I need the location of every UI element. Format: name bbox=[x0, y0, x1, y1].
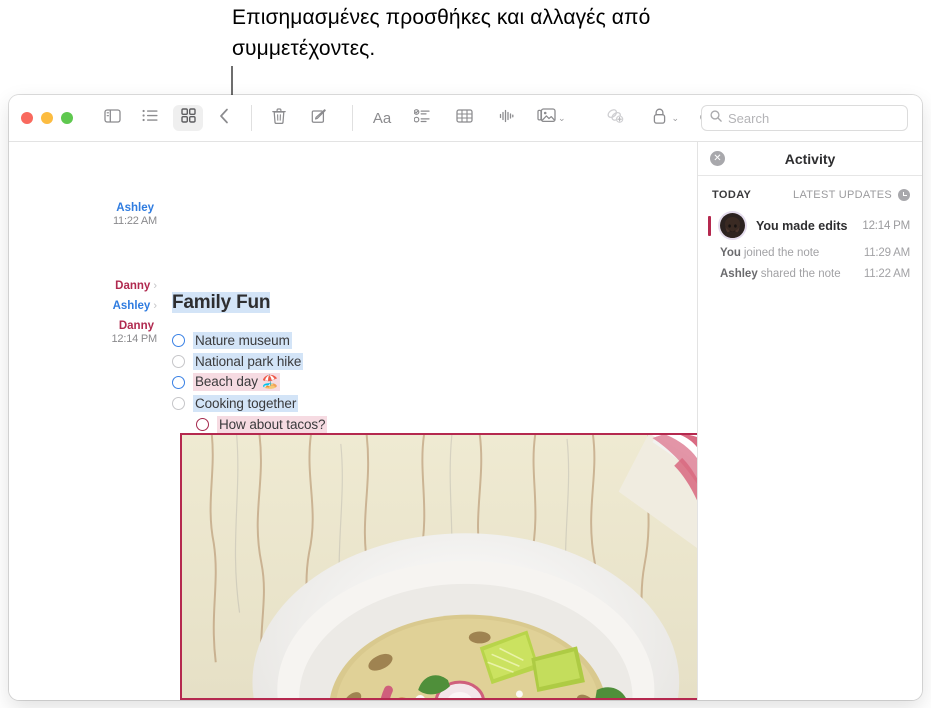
attribution-chevron-icon: › bbox=[153, 300, 157, 312]
window-controls bbox=[9, 112, 73, 124]
activity-section-label: TODAY bbox=[712, 189, 751, 201]
activity-main-entry[interactable]: You made edits 12:14 PM bbox=[698, 201, 922, 238]
attribution-entry[interactable]: Ashley 11:22 AM bbox=[113, 202, 157, 228]
attribution-author: Ashley bbox=[116, 202, 154, 214]
activity-sort-label[interactable]: LATEST UPDATES bbox=[793, 189, 892, 201]
recent-clock-icon[interactable] bbox=[898, 189, 910, 201]
media-button[interactable] bbox=[535, 105, 557, 131]
delete-note-button[interactable] bbox=[264, 105, 294, 131]
avatar-image bbox=[720, 213, 745, 238]
attribution-time: 11:22 AM bbox=[113, 215, 157, 228]
activity-subheader: TODAY LATEST UPDATES bbox=[698, 176, 922, 201]
chevron-left-icon bbox=[219, 108, 229, 129]
notes-window: Aa bbox=[9, 95, 922, 700]
search-field[interactable]: Search bbox=[701, 105, 908, 131]
attribution-gutter: Ashley 11:22 AM Danny› Ashley› Danny 12:… bbox=[9, 142, 171, 700]
checklist-item-label: Cooking together bbox=[193, 395, 298, 412]
checkbox-circle-icon[interactable] bbox=[172, 334, 185, 347]
attribution-author: Danny bbox=[115, 280, 150, 292]
checklist-item[interactable]: Nature museum bbox=[172, 330, 327, 350]
checklist-item[interactable]: Cooking together bbox=[172, 393, 327, 413]
activity-header: ✕ Activity bbox=[698, 142, 922, 176]
checklist-item[interactable]: How about tacos? bbox=[172, 414, 327, 434]
lock-note-button[interactable] bbox=[652, 105, 667, 131]
toolbar: Aa bbox=[9, 95, 922, 142]
attribution-author: Ashley bbox=[113, 300, 151, 312]
table-button[interactable] bbox=[449, 105, 479, 131]
checkbox-circle-icon[interactable] bbox=[172, 397, 185, 410]
toolbar-divider-1 bbox=[251, 105, 252, 131]
add-link-icon bbox=[606, 108, 624, 128]
activity-entry[interactable]: Ashley shared the note 11:22 AM bbox=[698, 259, 922, 280]
zoom-window-button[interactable] bbox=[61, 112, 73, 124]
activity-entry-time: 11:22 AM bbox=[864, 268, 910, 280]
taco-photo-image bbox=[182, 435, 697, 698]
activity-entry-action: shared the note bbox=[761, 268, 841, 280]
gallery-view-icon bbox=[181, 108, 196, 128]
attribution-entry[interactable]: Ashley› bbox=[113, 300, 157, 313]
media-icon bbox=[537, 108, 556, 128]
lock-chevron-down-icon[interactable]: ⌄ bbox=[672, 113, 680, 124]
lock-icon bbox=[653, 108, 666, 129]
compose-icon bbox=[311, 108, 327, 129]
trash-icon bbox=[272, 108, 286, 129]
gallery-view-button[interactable] bbox=[173, 105, 203, 131]
toolbar-divider-2 bbox=[352, 105, 353, 131]
audio-record-button[interactable] bbox=[491, 105, 521, 131]
avatar bbox=[720, 213, 745, 238]
checklist-item-label: Beach day 🏖️ bbox=[193, 373, 280, 391]
table-icon bbox=[456, 109, 473, 128]
attribution-chevron-icon: › bbox=[153, 280, 157, 292]
activity-panel: ✕ Activity TODAY LATEST UPDATES bbox=[697, 142, 922, 700]
checklist-item-label: Nature museum bbox=[193, 332, 292, 349]
format-button[interactable]: Aa bbox=[369, 105, 395, 131]
list-view-button[interactable] bbox=[135, 105, 165, 131]
list-view-icon bbox=[142, 109, 158, 127]
compose-note-button[interactable] bbox=[304, 105, 334, 131]
add-link-button[interactable] bbox=[600, 105, 630, 131]
note-title-text: Family Fun bbox=[172, 292, 270, 313]
activity-title: Activity bbox=[785, 151, 836, 167]
format-label: Aa bbox=[373, 110, 391, 127]
close-icon[interactable]: ✕ bbox=[710, 151, 725, 166]
activity-entry-time: 11:29 AM bbox=[864, 247, 910, 259]
back-button[interactable] bbox=[209, 105, 239, 131]
checkbox-circle-icon[interactable] bbox=[172, 355, 185, 368]
attribution-entry[interactable]: Danny› bbox=[115, 280, 157, 293]
checklist-button[interactable] bbox=[407, 105, 437, 131]
media-chevron-down-icon[interactable]: ⌄ bbox=[558, 113, 566, 124]
sidebar-icon bbox=[104, 109, 121, 128]
attribution-time: 12:14 PM bbox=[112, 333, 157, 346]
activity-unread-bar bbox=[708, 216, 711, 236]
activity-entry-action: joined the note bbox=[744, 247, 819, 259]
checkbox-circle-icon[interactable] bbox=[172, 376, 185, 389]
minimize-window-button[interactable] bbox=[41, 112, 53, 124]
checklist-item-label: How about tacos? bbox=[217, 416, 327, 433]
attribution-entry[interactable]: Danny 12:14 PM bbox=[112, 320, 157, 346]
checklist-icon bbox=[414, 109, 430, 128]
screenshot-root: Επισημασμένες προσθήκες και αλλαγές από … bbox=[0, 0, 931, 708]
checklist-item-label: National park hike bbox=[193, 353, 303, 370]
checklist-item[interactable]: Beach day 🏖️ bbox=[172, 372, 327, 392]
note-checklist: Nature museum National park hike Beach d… bbox=[172, 330, 327, 435]
search-icon bbox=[710, 109, 722, 127]
activity-entry-actor: Ashley bbox=[720, 268, 758, 280]
attribution-author: Danny bbox=[119, 320, 154, 332]
activity-entry-actor: You bbox=[720, 247, 741, 259]
checklist-item[interactable]: National park hike bbox=[172, 351, 327, 371]
callout-annotation-text: Επισημασμένες προσθήκες και αλλαγές από … bbox=[232, 2, 702, 64]
activity-main-time: 12:14 PM bbox=[862, 220, 910, 232]
taco-photo[interactable] bbox=[180, 433, 697, 700]
activity-entry[interactable]: You joined the note 11:29 AM bbox=[698, 238, 922, 259]
audio-waveform-icon bbox=[499, 109, 514, 128]
close-window-button[interactable] bbox=[21, 112, 33, 124]
search-input[interactable]: Search bbox=[728, 111, 769, 126]
checkbox-circle-icon[interactable] bbox=[196, 418, 209, 431]
sidebar-toggle-button[interactable] bbox=[97, 105, 127, 131]
note-editor-pane: Ashley 11:22 AM Danny› Ashley› Danny 12:… bbox=[9, 142, 697, 700]
activity-main-label: You made edits bbox=[756, 219, 847, 233]
note-title[interactable]: Family Fun bbox=[172, 292, 270, 314]
